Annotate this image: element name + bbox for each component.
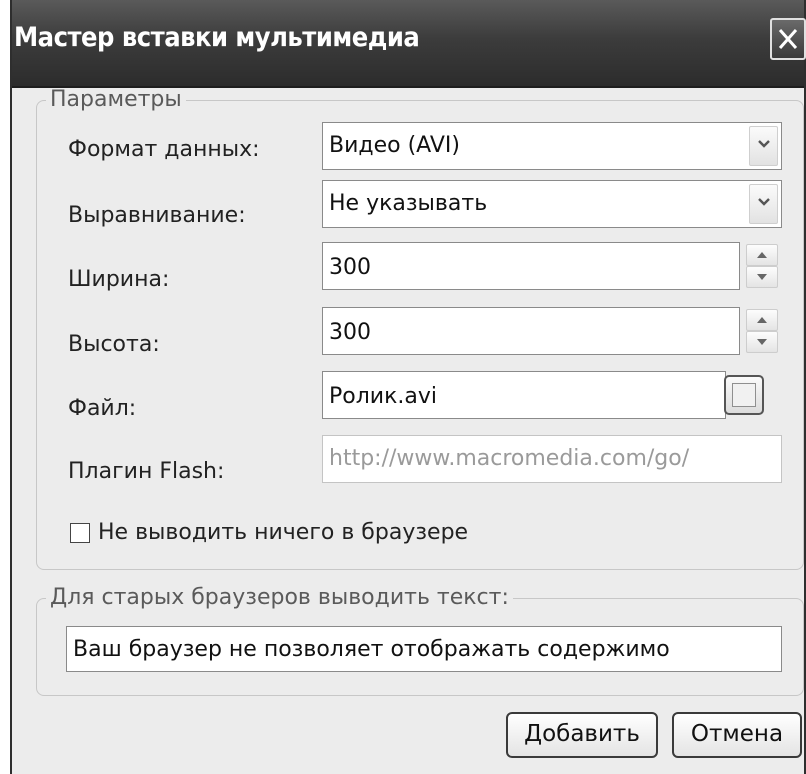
chevron-down-icon [758, 140, 770, 148]
height-label: Высота: [68, 332, 160, 357]
old-browsers-legend: Для старых браузеров выводить текст: [46, 586, 513, 610]
no-output-checkbox[interactable] [70, 523, 90, 543]
width-value: 300 [329, 255, 371, 280]
chevron-down-icon [758, 198, 770, 206]
height-spin-up[interactable] [746, 309, 778, 331]
chevron-up-icon [757, 317, 767, 323]
width-spin-down[interactable] [746, 266, 778, 288]
width-spin-up[interactable] [746, 244, 778, 266]
parameters-legend: Параметры [46, 88, 186, 112]
height-value: 300 [329, 320, 371, 345]
chevron-up-icon [757, 252, 767, 258]
close-button[interactable] [770, 18, 806, 60]
file-label: Файл: [68, 396, 137, 421]
file-value: Ролик.avi [329, 384, 437, 409]
height-stepper[interactable] [746, 307, 778, 355]
add-button[interactable]: Добавить [506, 712, 658, 758]
format-label: Формат данных: [68, 137, 260, 162]
chevron-down-icon [757, 274, 767, 280]
browse-button[interactable] [724, 375, 764, 415]
old-browsers-text-input[interactable]: Ваш браузер не позволяет отображать соде… [66, 626, 782, 672]
flash-label: Плагин Flash: [68, 459, 225, 484]
chevron-down-icon [757, 339, 767, 345]
align-dropdown-button[interactable] [749, 184, 778, 224]
width-label: Ширина: [68, 267, 170, 292]
flash-url-input[interactable]: http://www.macromedia.com/go/ [322, 435, 782, 483]
align-select[interactable]: Не указывать [322, 180, 782, 228]
title-bar[interactable]: Мастер вставки мультимедиа [12, 0, 806, 88]
no-output-label[interactable]: Не выводить ничего в браузере [98, 520, 468, 546]
format-value: Видео (AVI) [329, 133, 460, 158]
height-spin-down[interactable] [746, 331, 778, 353]
window-title: Мастер вставки мультимедиа [14, 22, 420, 53]
width-input[interactable]: 300 [322, 242, 740, 290]
format-dropdown-button[interactable] [749, 126, 778, 166]
width-stepper[interactable] [746, 242, 778, 290]
folder-icon [732, 383, 756, 407]
align-value: Не указывать [329, 191, 488, 216]
format-select[interactable]: Видео (AVI) [322, 122, 782, 170]
old-browsers-text-value: Ваш браузер не позволяет отображать соде… [73, 637, 670, 662]
flash-url-value: http://www.macromedia.com/go/ [329, 446, 690, 471]
media-wizard-dialog: Мастер вставки мультимедиа Параметры Фор… [10, 0, 806, 774]
cancel-button[interactable]: Отмена [672, 712, 802, 758]
align-label: Выравнивание: [68, 203, 246, 228]
height-input[interactable]: 300 [322, 307, 740, 355]
file-input[interactable]: Ролик.avi [322, 371, 726, 419]
close-icon [778, 29, 798, 49]
